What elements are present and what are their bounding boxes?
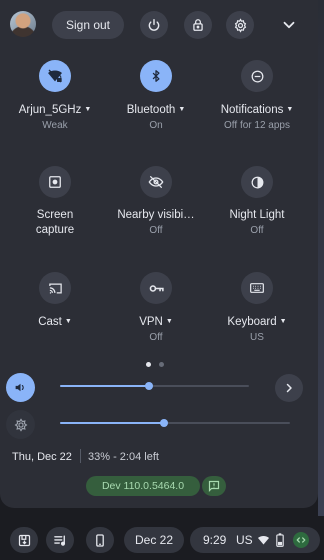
footer-divider bbox=[80, 449, 81, 463]
bluetooth-label: Bluetooth ▼ bbox=[126, 104, 186, 116]
tile-notifications[interactable]: Notifications ▼ Off for 12 apps bbox=[205, 60, 309, 132]
nearby-visibility-label: Nearby visibi… bbox=[117, 209, 195, 221]
tile-screen-capture[interactable]: Screen capture bbox=[3, 166, 107, 238]
page-dot-2[interactable] bbox=[159, 362, 164, 367]
desktop-edge bbox=[318, 0, 324, 516]
lock-icon bbox=[193, 19, 203, 31]
brightness-slider-thumb[interactable] bbox=[159, 419, 168, 427]
calendar-date-button[interactable]: Dec 22 bbox=[124, 527, 184, 553]
phone-hub-button[interactable] bbox=[86, 527, 114, 553]
keyboard-toggle[interactable] bbox=[241, 272, 273, 304]
save-desk-icon bbox=[18, 534, 30, 546]
night-light-toggle[interactable] bbox=[241, 166, 273, 198]
network-toggle[interactable] bbox=[39, 60, 71, 92]
quick-settings-panel: Sign out Arjun_5GHz ▼ Weak Bluetooth ▼ On … bbox=[0, 0, 318, 508]
tile-cast[interactable]: Cast ▼ bbox=[3, 272, 107, 330]
notifications-label: Notifications ▼ bbox=[220, 104, 294, 116]
screen-capture-shelf-button[interactable] bbox=[10, 527, 38, 553]
network-label: Arjun_5GHz ▼ bbox=[18, 104, 92, 116]
vpn-label: VPN ▼ bbox=[139, 316, 173, 328]
volume-slider-thumb[interactable] bbox=[144, 382, 153, 390]
night-light-icon bbox=[251, 176, 263, 188]
brightness-slider[interactable] bbox=[60, 419, 290, 427]
bluetooth-toggle[interactable] bbox=[140, 60, 172, 92]
vpn-toggle[interactable] bbox=[140, 272, 172, 304]
nearby-visibility-status: Off bbox=[149, 225, 163, 236]
tile-night-light[interactable]: Night Light Off bbox=[205, 166, 309, 237]
gear-icon bbox=[234, 17, 246, 33]
night-light-label: Night Light bbox=[229, 209, 285, 221]
lock-button[interactable] bbox=[184, 11, 212, 39]
brightness-icon-holder bbox=[6, 410, 35, 439]
notifications-status: Off for 12 apps bbox=[224, 120, 290, 131]
vpn-status: Off bbox=[149, 332, 163, 343]
chevron-right-icon bbox=[286, 383, 292, 393]
wifi-locked-icon bbox=[48, 69, 62, 83]
date-label[interactable]: Thu, Dec 22 bbox=[12, 451, 72, 463]
chevron-down-icon bbox=[283, 21, 295, 29]
channel-badge[interactable]: Dev 110.0.5464.0 bbox=[86, 476, 200, 496]
sign-out-button[interactable]: Sign out bbox=[52, 11, 124, 39]
brightness-slider-fill bbox=[60, 422, 164, 424]
screen-capture-toggle[interactable] bbox=[39, 166, 71, 198]
power-icon bbox=[148, 19, 160, 31]
nearby-visibility-toggle[interactable] bbox=[140, 166, 172, 198]
feedback-button[interactable] bbox=[202, 476, 226, 496]
page-dot-1[interactable] bbox=[146, 362, 151, 367]
battery-status[interactable]: 33% - 2:04 left bbox=[88, 451, 159, 463]
notifications-off-icon bbox=[251, 70, 263, 82]
nearby-visibility-off-icon bbox=[148, 176, 164, 188]
user-avatar[interactable] bbox=[10, 11, 36, 37]
bluetooth-icon bbox=[152, 70, 160, 82]
clock-time: 9:29 bbox=[203, 533, 227, 547]
bluetooth-status: On bbox=[149, 120, 163, 131]
notifications-toggle[interactable] bbox=[241, 60, 273, 92]
cast-toggle[interactable] bbox=[39, 272, 71, 304]
mute-button[interactable] bbox=[6, 373, 35, 402]
collapse-button[interactable] bbox=[280, 16, 298, 34]
phone-icon bbox=[96, 533, 104, 547]
screen-capture-label: Screen capture bbox=[35, 209, 75, 236]
audio-settings-button[interactable] bbox=[275, 374, 303, 402]
network-status: Weak bbox=[42, 120, 68, 131]
power-button[interactable] bbox=[140, 11, 168, 39]
cast-icon bbox=[48, 283, 62, 293]
tile-keyboard[interactable]: Keyboard ▼ US bbox=[205, 272, 309, 344]
night-light-status: Off bbox=[250, 225, 264, 236]
keyboard-icon bbox=[250, 283, 264, 293]
page-indicator bbox=[146, 362, 164, 367]
feedback-icon bbox=[208, 480, 220, 492]
ime-region: US bbox=[236, 533, 253, 547]
dev-channel-indicator bbox=[293, 532, 309, 548]
volume-slider[interactable] bbox=[60, 382, 249, 390]
tile-nearby-visibility[interactable]: Nearby visibi… Off bbox=[104, 166, 208, 237]
screen-capture-icon bbox=[49, 176, 61, 188]
tile-network[interactable]: Arjun_5GHz ▼ Weak bbox=[3, 60, 107, 132]
tile-bluetooth[interactable]: Bluetooth ▼ On bbox=[104, 60, 208, 132]
vpn-key-icon bbox=[149, 284, 164, 292]
media-controls-button[interactable] bbox=[46, 527, 74, 553]
battery-icon bbox=[276, 533, 284, 547]
settings-button[interactable] bbox=[226, 11, 254, 39]
keyboard-status: US bbox=[250, 332, 264, 343]
volume-slider-fill bbox=[60, 385, 149, 387]
brightness-icon bbox=[14, 417, 27, 432]
tile-vpn[interactable]: VPN ▼ Off bbox=[104, 272, 208, 344]
shelf-date-label: Dec 22 bbox=[134, 533, 174, 547]
volume-icon bbox=[15, 383, 24, 392]
cast-label: Cast ▼ bbox=[38, 316, 72, 328]
queue-music-icon bbox=[53, 534, 65, 546]
keyboard-label: Keyboard ▼ bbox=[227, 316, 287, 328]
status-tray[interactable]: 9:29 US bbox=[190, 527, 320, 553]
code-icon bbox=[296, 537, 306, 543]
wifi-icon bbox=[258, 536, 269, 545]
